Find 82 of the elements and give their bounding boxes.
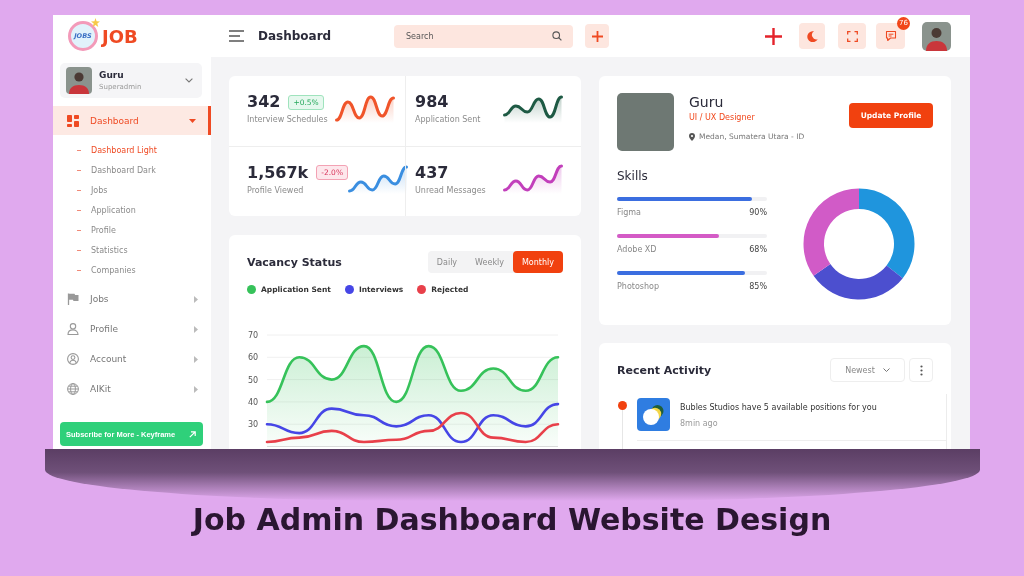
more-button[interactable] [909,358,933,382]
add-button[interactable] [585,24,609,48]
sidebar-item[interactable]: Jobs [53,284,211,314]
globe-icon [67,383,79,395]
sidebar-item[interactable]: AIKit [53,374,211,404]
menu-icon[interactable] [229,30,244,42]
submenu-item[interactable]: Dashboard Light [53,140,211,160]
bullet-dash-icon [77,169,81,171]
arrow-up-right-icon [189,430,196,438]
avatar-icon[interactable] [922,21,951,51]
y-axis-label: 70 [248,331,259,340]
page-title: Dashboard [258,29,332,43]
skill-name: Adobe XD [617,244,657,256]
flag-icon [67,293,79,305]
chevron-down-icon [882,368,890,372]
plus-icon [591,30,603,42]
search-field[interactable]: Search [394,24,573,48]
search-icon[interactable] [552,31,562,41]
activity-text: Bubles Studios have 5 available positions for you [680,402,877,414]
fullscreen-button[interactable] [838,23,866,49]
stat-label: Interview Schedules [247,115,328,124]
stat-value: 342 [247,92,281,112]
skill-percent: 85% [749,281,767,293]
submenu-item[interactable]: Profile [53,220,211,240]
skill-name: Figma [617,207,641,219]
person-icon [67,323,79,335]
account-icon [67,353,79,365]
bullet-dash-icon [77,249,81,251]
sort-dropdown[interactable]: Newest [830,358,905,382]
grid-icon [67,114,79,127]
timeline-dot-icon [617,401,627,410]
stat-value: 1,567k [247,162,309,183]
circles-logo-icon [637,398,670,431]
more-vertical-icon [919,364,923,376]
caption-text: Job Admin Dashboard Website Design [190,502,833,538]
skill-percent: 68% [749,244,767,256]
bullet-dash-icon [77,209,81,211]
sidebar-item[interactable]: Account [53,344,211,374]
bullet-dash-icon [77,189,81,191]
submenu-item[interactable]: Companies [53,260,211,280]
plus-icon[interactable] [765,27,782,45]
profile-name: Guru [689,93,725,111]
period-tab[interactable]: Weekly [466,251,513,273]
location-pin-icon [689,132,695,141]
sidebar-item[interactable]: Dashboard [53,106,211,135]
dark-mode-button[interactable] [799,23,825,49]
chevron-down-icon [185,78,193,83]
submenu-item[interactable]: Statistics [53,240,211,260]
moon-icon [806,30,818,42]
card-title: Recent Activity [617,363,713,377]
stat-value: 437 [415,162,449,183]
bullet-dash-icon [77,149,81,151]
card-title: Vacancy Status [247,255,342,269]
avatar-icon [66,67,92,94]
expand-icon [846,30,858,42]
messages-button[interactable] [876,23,905,49]
stat-value: 984 [415,92,449,112]
user-name: Guru [99,68,125,81]
y-axis-label: 30 [248,420,259,430]
sidebar-item[interactable]: Profile [53,314,211,344]
submenu-item[interactable]: Application [53,200,211,220]
period-tab[interactable]: Daily [427,251,467,273]
y-axis-label: 60 [248,353,259,363]
bullet-dash-icon [77,269,81,271]
section-title: Skills [617,168,649,184]
logo-text: JOB [102,25,138,47]
skill-name: Photoshop [617,281,660,293]
profile-role: UI / UX Designer [689,112,756,124]
submenu-item[interactable]: Dashboard Dark [53,160,211,180]
period-tab[interactable]: Monthly [512,251,563,273]
star-icon [91,18,100,27]
y-axis-label: 40 [248,397,259,407]
skill-percent: 90% [749,207,767,219]
stat-label: Application Sent [415,115,481,124]
activity-time: 8min ago [680,418,719,430]
stat-label: Profile Viewed [247,185,305,195]
bullet-dash-icon [77,229,81,231]
y-axis-label: 50 [248,375,259,385]
stat-label: Unread Messages [415,185,486,195]
photo-placeholder [617,93,674,151]
chat-icon [884,30,897,42]
submenu-item[interactable]: Jobs [53,180,211,200]
